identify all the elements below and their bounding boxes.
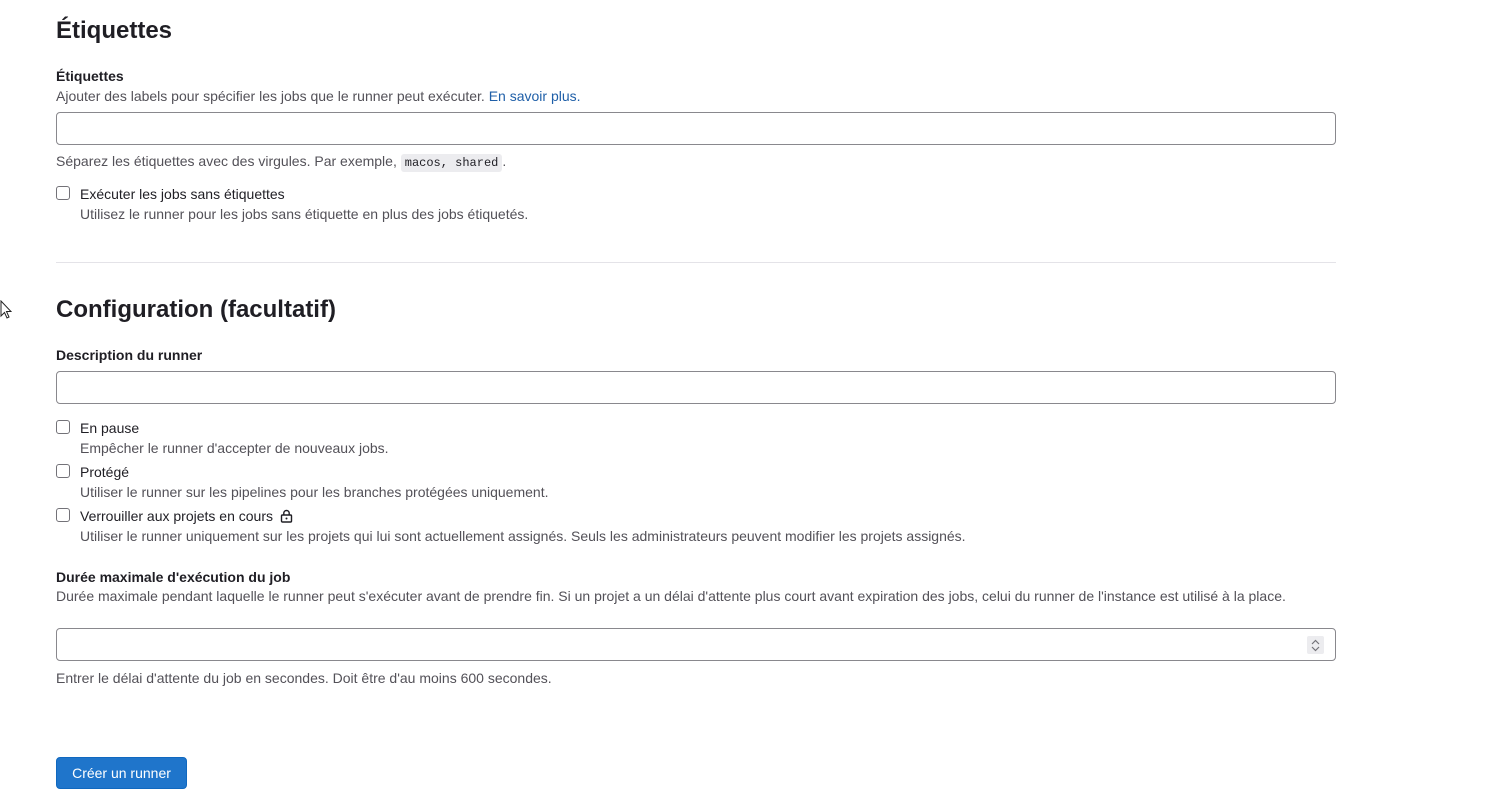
tags-hint-suffix: . (502, 153, 507, 169)
timeout-input-wrapper (56, 628, 1336, 661)
tags-help-text: Ajouter des labels pour spécifier les jo… (56, 87, 581, 105)
locked-label[interactable]: Verrouiller aux projets en cours (80, 507, 293, 525)
tags-hint-example: macos, shared (400, 154, 503, 172)
run-untagged-label[interactable]: Exécuter les jobs sans étiquettes (80, 185, 285, 203)
tags-field-label: Étiquettes (56, 68, 124, 84)
locked-option: Verrouiller aux projets en cours Utilise… (56, 507, 1336, 547)
tags-hint-prefix: Séparez les étiquettes avec des virgules… (56, 153, 397, 169)
page: Étiquettes Étiquettes Ajouter des labels… (0, 0, 1502, 805)
protected-option: Protégé Utiliser le runner sur les pipel… (56, 463, 1336, 503)
timeout-input[interactable] (56, 628, 1336, 661)
timeout-hint: Entrer le délai d'attente du job en seco… (56, 670, 552, 686)
chevron-down-icon (1311, 646, 1320, 652)
tags-help-text-body: Ajouter des labels pour spécifier les jo… (56, 88, 485, 104)
paused-label[interactable]: En pause (80, 419, 139, 437)
run-untagged-checkbox[interactable] (56, 186, 70, 200)
mouse-cursor-icon (0, 300, 12, 319)
timeout-field-label: Durée maximale d'exécution du job (56, 569, 291, 585)
paused-option: En pause Empêcher le runner d'accepter d… (56, 419, 1336, 459)
config-section-title: Configuration (facultatif) (56, 296, 336, 323)
locked-checkbox[interactable] (56, 508, 70, 522)
protected-checkbox[interactable] (56, 464, 70, 478)
protected-help: Utiliser le runner sur les pipelines pou… (80, 484, 549, 500)
timeout-stepper[interactable] (1307, 636, 1324, 654)
paused-checkbox[interactable] (56, 420, 70, 434)
description-input[interactable] (56, 371, 1336, 404)
learn-more-link[interactable]: En savoir plus. (489, 88, 581, 104)
tags-section-title: Étiquettes (56, 17, 173, 44)
tags-hint: Séparez les étiquettes avec des virgules… (56, 152, 506, 172)
timeout-help: Durée maximale pendant laquelle le runne… (56, 588, 1286, 604)
description-field-label: Description du runner (56, 347, 203, 363)
locked-help: Utiliser le runner uniquement sur les pr… (80, 528, 966, 544)
create-runner-button[interactable]: Créer un runner (56, 757, 187, 789)
section-divider (56, 262, 1336, 263)
lock-icon (280, 509, 293, 523)
run-untagged-help: Utilisez le runner pour les jobs sans ét… (80, 206, 529, 222)
protected-label[interactable]: Protégé (80, 463, 129, 481)
locked-label-text: Verrouiller aux projets en cours (80, 508, 273, 524)
tags-input[interactable] (56, 112, 1336, 145)
run-untagged-option: Exécuter les jobs sans étiquettes Utilis… (56, 185, 1336, 225)
chevron-up-icon (1311, 639, 1320, 645)
paused-help: Empêcher le runner d'accepter de nouveau… (80, 440, 389, 456)
